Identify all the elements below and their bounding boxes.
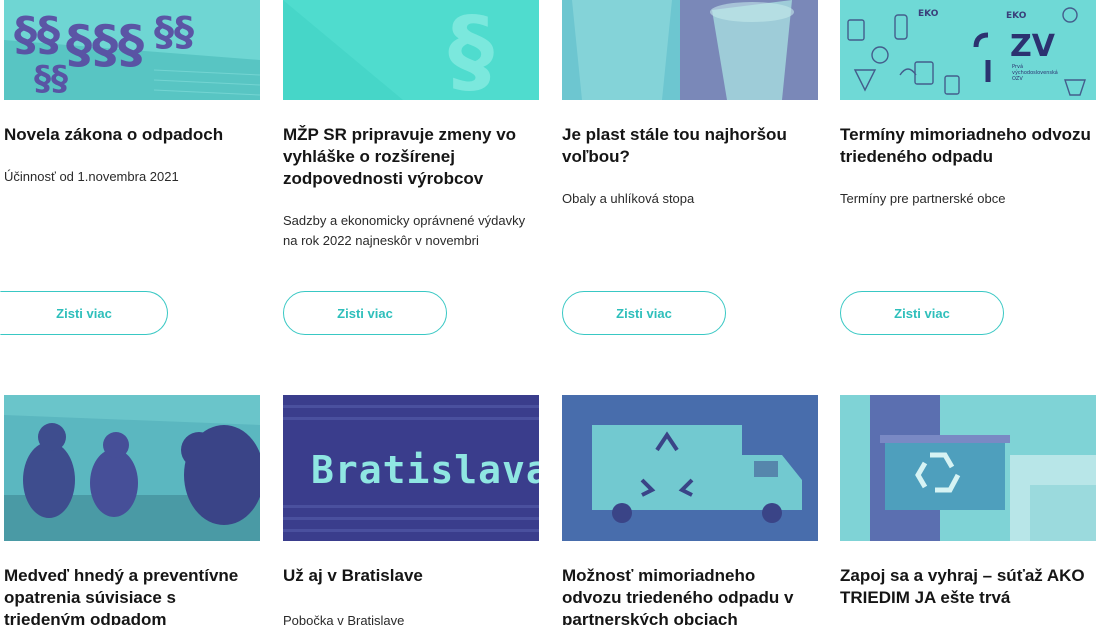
article-image[interactable]: Bratislava [283, 395, 539, 541]
svg-text:§§: §§ [154, 9, 194, 55]
article-image[interactable]: §§ §§§ §§ §§ [4, 0, 260, 100]
paragraph-symbols-image: §§ §§§ §§ §§ [4, 0, 260, 100]
ozv-doodles-image: EKO EKO ZV Prvá východoslovenská OZV [840, 0, 1096, 100]
article-card: Medveď hnedý a preventívne opatrenia súv… [4, 395, 260, 625]
article-image[interactable]: EKO EKO ZV Prvá východoslovenská OZV [840, 0, 1096, 100]
article-card: § MŽP SR pripravuje zmeny vo vyhláške o … [283, 0, 539, 335]
article-card: Zapoj sa a vyhraj – súťaž AKO TRIEDIM JA… [840, 395, 1096, 609]
eko-logo-text: EKO [918, 9, 939, 19]
article-image[interactable] [562, 395, 818, 541]
svg-text:§§: §§ [34, 59, 68, 99]
paragraph-symbol-image: § [283, 0, 539, 100]
bears-image [4, 395, 260, 541]
svg-text:východoslovenská: východoslovenská [1012, 69, 1058, 76]
bratislava-sign-text: Bratislava [311, 448, 539, 492]
recycling-box-image [840, 395, 1096, 541]
article-title[interactable]: Je plast stále tou najhoršou voľbou? [562, 124, 818, 168]
article-description: Sadzby a ekonomicky oprávnené výdavky na… [283, 213, 526, 248]
article-description: Účinnosť od 1.novembra 2021 [4, 169, 179, 184]
article-title[interactable]: Termíny mimoriadneho odvozu triedeného o… [840, 124, 1096, 168]
article-image[interactable]: § [283, 0, 539, 100]
article-title[interactable]: Zapoj sa a vyhraj – súťaž AKO TRIEDIM JA… [840, 565, 1096, 609]
svg-text:§: § [448, 0, 494, 100]
article-description: Pobočka v Bratislave [283, 613, 405, 625]
svg-text:OZV: OZV [1012, 76, 1023, 82]
learn-more-button[interactable]: Zisti viac [840, 291, 1004, 335]
svg-text:§§§: §§§ [66, 15, 144, 75]
article-description: Termíny pre partnerské obce [840, 191, 1006, 206]
plastic-cups-image [562, 0, 818, 100]
learn-more-button[interactable]: Zisti viac [562, 291, 726, 335]
article-image[interactable] [4, 395, 260, 541]
article-card: Je plast stále tou najhoršou voľbou? Oba… [562, 0, 818, 335]
article-card: EKO EKO ZV Prvá východoslovenská OZV Ter… [840, 0, 1096, 335]
svg-text:Prvá: Prvá [1012, 63, 1023, 70]
article-grid: §§ §§§ §§ §§ Novela zákona o odpadoch Úč… [0, 0, 1096, 625]
article-title[interactable]: Novela zákona o odpadoch [4, 124, 260, 146]
article-card: Bratislava Už aj v Bratislave Pobočka v … [283, 395, 539, 625]
article-card: Možnosť mimoriadneho odvozu triedeného o… [562, 395, 818, 625]
recycling-truck-image [562, 395, 818, 541]
article-title[interactable]: Už aj v Bratislave [283, 565, 539, 587]
article-title[interactable]: MŽP SR pripravuje zmeny vo vyhláške o ro… [283, 124, 539, 190]
article-image[interactable] [562, 0, 818, 100]
article-title[interactable]: Možnosť mimoriadneho odvozu triedeného o… [562, 565, 818, 625]
article-description: Obaly a uhlíková stopa [562, 191, 695, 206]
article-card: §§ §§§ §§ §§ Novela zákona o odpadoch Úč… [0, 0, 260, 335]
article-image[interactable] [840, 395, 1096, 541]
svg-text:§§: §§ [14, 7, 60, 61]
article-title[interactable]: Medveď hnedý a preventívne opatrenia súv… [4, 565, 260, 625]
learn-more-button[interactable]: Zisti viac [283, 291, 447, 335]
learn-more-button[interactable]: Zisti viac [0, 291, 168, 335]
eko-logo-text: EKO [1006, 11, 1027, 21]
bratislava-sign-image: Bratislava [283, 395, 539, 541]
ozv-logo-text: ZV [1010, 29, 1056, 64]
